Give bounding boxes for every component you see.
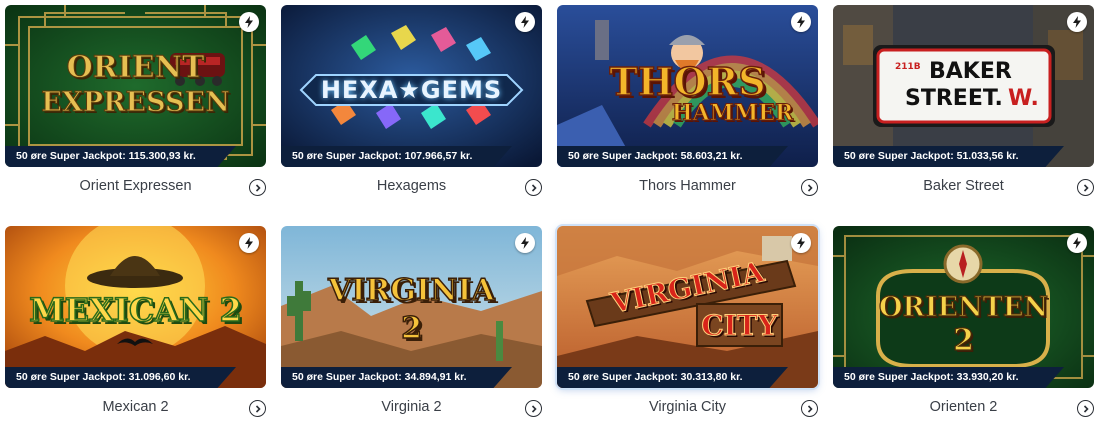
game-card-hexagems[interactable]: HEXA★GEMS 50 øre Super Jackpot: 107.966,… [281,5,542,225]
chevron-right-circle-icon[interactable] [1077,400,1094,417]
game-thumbnail[interactable]: 211B BAKER STREET. W. 50 øre Super Jackp… [833,5,1094,167]
lightning-bolt-icon [791,12,811,32]
game-artwork [557,226,818,388]
lightning-bolt-icon [515,233,535,253]
lightning-bolt-icon [1067,12,1087,32]
chevron-right-circle-icon[interactable] [249,400,266,417]
game-thumbnail[interactable]: HEXA★GEMS 50 øre Super Jackpot: 107.966,… [281,5,542,167]
game-title[interactable]: Hexagems [281,178,542,194]
game-title[interactable]: Thors Hammer [557,178,818,194]
lightning-bolt-icon [515,12,535,32]
game-thumbnail[interactable]: ORIENT EXPRESSEN 50 øre Super Jackpot: 1… [5,5,266,167]
game-card-mexican-2[interactable]: MEXICAN 2 50 øre Super Jackpot: 31.096,6… [5,226,266,446]
chevron-right-circle-icon[interactable] [801,400,818,417]
game-artwork [833,5,1094,167]
chevron-right-circle-icon[interactable] [525,179,542,196]
game-thumbnail[interactable]: MEXICAN 2 50 øre Super Jackpot: 31.096,6… [5,226,266,388]
game-title[interactable]: Mexican 2 [5,399,266,415]
game-title[interactable]: Baker Street [833,178,1094,194]
jackpot-banner: 50 øre Super Jackpot: 115.300,93 kr. [5,146,236,167]
game-artwork [833,226,1094,388]
jackpot-banner: 50 øre Super Jackpot: 30.313,80 kr. [557,367,788,388]
game-title[interactable]: Virginia 2 [281,399,542,415]
game-card-virginia-2[interactable]: VIRGINIA 2 50 øre Super Jackpot: 34.894,… [281,226,542,446]
game-artwork [281,226,542,388]
game-thumbnail[interactable]: VIRGINIA CITY 50 øre Super Jackpot: 30.3… [557,226,818,388]
game-card-orient-expressen[interactable]: ORIENT EXPRESSEN 50 øre Super Jackpot: 1… [5,5,266,225]
game-card-thors-hammer[interactable]: THORS HAMMER 50 øre Super Jackpot: 58.60… [557,5,818,225]
jackpot-banner: 50 øre Super Jackpot: 33.930,20 kr. [833,367,1064,388]
jackpot-banner: 50 øre Super Jackpot: 51.033,56 kr. [833,146,1064,167]
game-card-orienten-2[interactable]: ORIENTEN 2 50 øre Super Jackpot: 33.930,… [833,226,1094,446]
game-title[interactable]: Virginia City [557,399,818,415]
game-card-virginia-city[interactable]: VIRGINIA CITY 50 øre Super Jackpot: 30.3… [557,226,818,446]
game-card-baker-street[interactable]: 211B BAKER STREET. W. 50 øre Super Jackp… [833,5,1094,225]
lightning-bolt-icon [239,233,259,253]
lightning-bolt-icon [1067,233,1087,253]
game-title[interactable]: Orienten 2 [833,399,1094,415]
game-thumbnail[interactable]: THORS HAMMER 50 øre Super Jackpot: 58.60… [557,5,818,167]
chevron-right-circle-icon[interactable] [249,179,266,196]
game-title[interactable]: Orient Expressen [5,178,266,194]
jackpot-banner: 50 øre Super Jackpot: 58.603,21 kr. [557,146,788,167]
jackpot-banner: 50 øre Super Jackpot: 107.966,57 kr. [281,146,512,167]
chevron-right-circle-icon[interactable] [1077,179,1094,196]
game-thumbnail[interactable]: ORIENTEN 2 50 øre Super Jackpot: 33.930,… [833,226,1094,388]
lightning-bolt-icon [239,12,259,32]
jackpot-banner: 50 øre Super Jackpot: 31.096,60 kr. [5,367,236,388]
jackpot-banner: 50 øre Super Jackpot: 34.894,91 kr. [281,367,512,388]
game-artwork [557,5,818,167]
chevron-right-circle-icon[interactable] [801,179,818,196]
game-artwork [5,5,266,167]
chevron-right-circle-icon[interactable] [525,400,542,417]
game-artwork [281,5,542,167]
game-thumbnail[interactable]: VIRGINIA 2 50 øre Super Jackpot: 34.894,… [281,226,542,388]
lightning-bolt-icon [791,233,811,253]
game-artwork [5,226,266,388]
game-grid: ORIENT EXPRESSEN 50 øre Super Jackpot: 1… [5,5,1097,425]
